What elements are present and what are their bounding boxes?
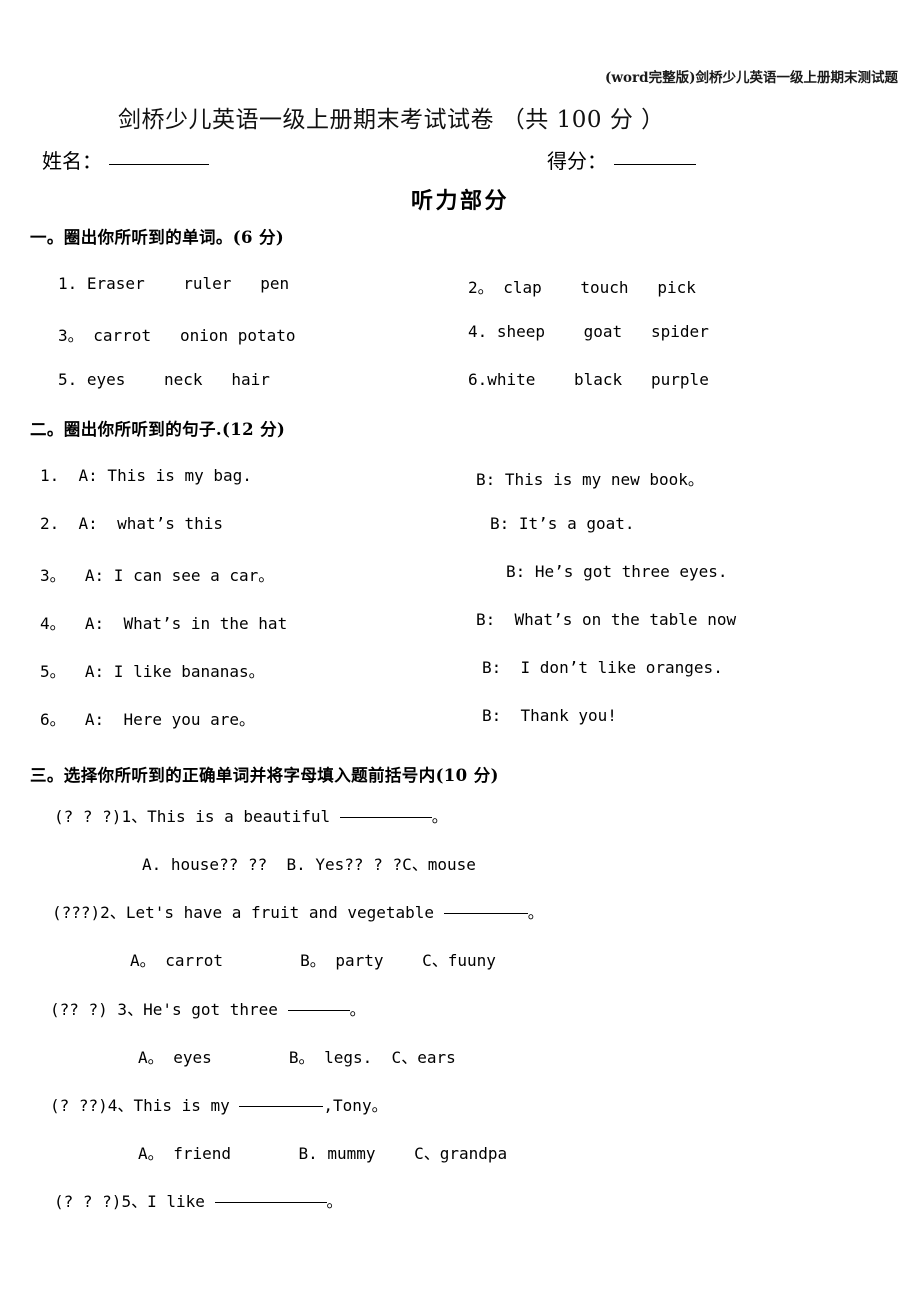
item-number: 6. <box>468 370 488 389</box>
section-1-heading: 一。圈出你所听到的单词。(6 分) <box>30 228 285 247</box>
answer-blank[interactable] <box>239 1106 324 1107</box>
question-number: 3、 <box>107 1000 144 1019</box>
section3-options[interactable]: A。 eyes B。 legs. C、ears <box>138 1044 456 1068</box>
answer-blank[interactable] <box>287 1010 350 1011</box>
item-number: 3。 <box>40 566 66 585</box>
question-stem: Let's have a fruit and vegetable <box>125 903 444 922</box>
section2-sentence-b[interactable]: B: This is my new book。 <box>476 466 704 490</box>
section-2-heading: 二。圈出你所听到的句子.(12 分) <box>30 420 286 439</box>
score-blank[interactable] <box>614 164 696 165</box>
section2-sentence-b[interactable]: B: What’s on the table now <box>476 610 736 629</box>
section2-sentence-a[interactable]: 2. A: what’s this <box>40 514 223 533</box>
item-number: 3。 <box>58 326 84 345</box>
section3-options[interactable]: A。 carrot B。 party C、fuuny <box>130 947 496 971</box>
question-number: 2、 <box>100 903 126 922</box>
student-name-blank[interactable] <box>109 164 209 165</box>
student-name-field: 姓名： <box>42 145 209 174</box>
question-stem-end: 。 <box>431 807 448 826</box>
question-stem: He's got three <box>143 1000 288 1019</box>
section3-question[interactable]: (?? ?) 3、He's got three 。 <box>50 996 366 1020</box>
score-label: 得分： <box>547 149 607 173</box>
sentence-a: A: Here you are。 <box>65 710 256 729</box>
sentence-a: A: What’s in the hat <box>65 614 288 633</box>
listening-section-title: 听力部分 <box>410 188 509 214</box>
item-number: 6。 <box>40 710 66 729</box>
question-number: 5、 <box>121 1192 148 1211</box>
score-field: 得分： <box>547 145 696 174</box>
item-words: eyes neck hair <box>77 370 270 389</box>
section1-word-row[interactable]: 1. Eraser ruler pen <box>58 274 289 293</box>
section2-sentence-a[interactable]: 3。 A: I can see a car。 <box>40 562 274 586</box>
section3-question[interactable]: (? ??)4、This is my ,Tony。 <box>50 1092 388 1116</box>
section3-question[interactable]: (???)2、Let's have a fruit and vegetable … <box>52 899 544 923</box>
answer-bracket[interactable]: (? ? ?) <box>54 807 121 826</box>
item-number: 4. <box>468 322 488 341</box>
item-number: 1. <box>40 466 60 485</box>
section3-options[interactable]: A. house?? ?? B. Yes?? ? ?C、mouse <box>142 851 476 875</box>
question-stem: I like <box>147 1192 215 1211</box>
item-number: 5. <box>58 370 78 389</box>
section3-options[interactable]: A。 friend B. mummy C、grandpa <box>138 1140 507 1164</box>
section1-word-row[interactable]: 4. sheep goat spider <box>468 322 709 341</box>
answer-blank[interactable] <box>443 913 528 914</box>
section3-question[interactable]: (? ? ?)1、This is a beautiful 。 <box>54 803 448 827</box>
sentence-a: A: I like bananas。 <box>65 662 265 681</box>
item-words: sheep goat spider <box>487 322 709 341</box>
item-number: 4。 <box>40 614 66 633</box>
section2-sentence-b[interactable]: B: Thank you! <box>482 706 617 725</box>
section2-sentence-a[interactable]: 4。 A: What’s in the hat <box>40 610 287 634</box>
sentence-a: A: I can see a car。 <box>65 566 275 585</box>
question-number: 4、 <box>107 1096 134 1115</box>
section2-sentence-b[interactable]: B: He’s got three eyes. <box>506 562 728 581</box>
section-3-heading: 三。选择你所听到的正确单词并将字母填入题前括号内(10 分) <box>30 766 499 785</box>
sentence-a: A: what’s this <box>59 514 224 533</box>
sentence-a: A: This is my bag. <box>59 466 252 485</box>
answer-bracket[interactable]: (? ? ?) <box>54 1192 121 1211</box>
item-words: Eraser ruler pen <box>77 274 290 293</box>
question-stem: This is a beautiful <box>147 807 340 826</box>
section2-sentence-b[interactable]: B: It’s a goat. <box>490 514 635 533</box>
item-number: 2。 <box>468 278 494 297</box>
section2-sentence-a[interactable]: 5。 A: I like bananas。 <box>40 658 265 682</box>
item-words: white black purple <box>487 370 709 389</box>
section1-word-row[interactable]: 2。 clap touch pick <box>468 274 696 298</box>
section2-sentence-a[interactable]: 1. A: This is my bag. <box>40 466 252 485</box>
answer-blank[interactable] <box>214 1202 327 1203</box>
question-stem-end: ,Tony。 <box>323 1096 388 1115</box>
answer-bracket[interactable]: (?? ?) <box>50 1000 108 1019</box>
item-words: carrot onion potato <box>83 326 296 345</box>
item-number: 2. <box>40 514 60 533</box>
section1-word-row[interactable]: 5. eyes neck hair <box>58 370 270 389</box>
answer-bracket[interactable]: (? ??) <box>50 1096 108 1115</box>
running-header: (word完整版)剑桥少儿英语一级上册期末测试题 <box>605 70 898 86</box>
question-stem-end: 。 <box>349 1000 366 1019</box>
exam-page: (word完整版)剑桥少儿英语一级上册期末测试题 剑桥少儿英语一级上册期末考试试… <box>0 0 920 1302</box>
student-info-row: 姓名： 得分： <box>42 145 880 175</box>
answer-blank[interactable] <box>339 817 432 818</box>
question-number: 1、 <box>121 807 148 826</box>
section3-question[interactable]: (? ? ?)5、I like 。 <box>54 1188 343 1212</box>
item-number: 1. <box>58 274 78 293</box>
page-title: 剑桥少儿英语一级上册期末考试试卷 （共 100 分 ） <box>118 107 665 133</box>
section2-sentence-b[interactable]: B: I don’t like oranges. <box>482 658 723 677</box>
question-stem: This is my <box>133 1096 240 1115</box>
question-stem-end: 。 <box>326 1192 343 1211</box>
section2-sentence-a[interactable]: 6。 A: Here you are。 <box>40 706 255 730</box>
section1-word-row[interactable]: 3。 carrot onion potato <box>58 322 296 346</box>
section1-word-row[interactable]: 6.white black purple <box>468 370 709 389</box>
answer-bracket[interactable]: (???) <box>52 903 100 922</box>
student-name-label: 姓名： <box>42 149 102 173</box>
item-number: 5。 <box>40 662 66 681</box>
item-words: clap touch pick <box>493 278 696 297</box>
question-stem-end: 。 <box>527 903 544 922</box>
